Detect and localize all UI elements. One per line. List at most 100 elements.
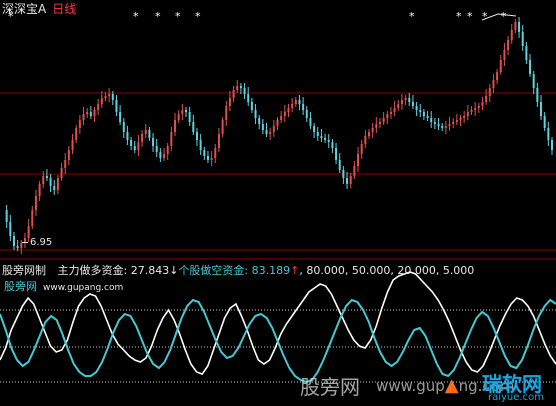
candle-up (38, 184, 41, 196)
candle-down (126, 132, 129, 140)
candle-down (415, 106, 418, 110)
candle-up (93, 110, 96, 116)
candle-up (357, 154, 360, 166)
candle-down (437, 124, 440, 126)
candle-up (404, 98, 407, 100)
candle-up (393, 108, 396, 112)
candle-down (331, 142, 334, 148)
candle-down (408, 98, 411, 102)
candle-up (276, 120, 279, 126)
flame-logo-icon: ▲ (444, 375, 459, 396)
candle-up (294, 100, 297, 104)
candle-up (371, 128, 374, 132)
candle-up (214, 148, 217, 158)
candle-up (232, 90, 235, 98)
candle-down (254, 110, 257, 118)
candle-down (188, 112, 191, 122)
candle-up (166, 146, 169, 154)
low-marker (22, 241, 28, 243)
candle-up (485, 96, 488, 102)
candle-down (258, 118, 261, 124)
candle-down (53, 186, 56, 190)
candle-up (210, 158, 213, 160)
candle-down (525, 46, 528, 60)
signal-connector (481, 13, 517, 21)
candle-up (375, 124, 378, 128)
candle-down (302, 104, 305, 110)
candle-down (192, 122, 195, 132)
low-price-label: 6.95 (22, 237, 52, 248)
candle-up (177, 114, 180, 120)
candle-up (141, 134, 144, 142)
candle-down (540, 102, 543, 116)
candle-up (514, 22, 517, 30)
candle-down (250, 102, 253, 110)
candle-down (49, 178, 52, 186)
watermark-text: 股旁网 (300, 375, 360, 399)
candle-up (137, 142, 140, 150)
candle-up (144, 130, 147, 134)
candle-down (551, 140, 553, 150)
candle-down (119, 112, 122, 122)
candle-up (444, 126, 447, 128)
candle-up (488, 88, 491, 96)
candle-up (463, 116, 466, 118)
candle-down (195, 132, 198, 140)
site-row: 股旁网 www.gupang.com (4, 278, 123, 294)
candle-up (353, 166, 356, 176)
candle-down (411, 102, 414, 106)
candle-down (422, 112, 425, 116)
candle-up (386, 114, 389, 118)
candle-up (236, 86, 239, 90)
candle-down (261, 124, 264, 130)
candle-down (16, 246, 19, 248)
candle-down (159, 152, 162, 158)
candle-down (547, 128, 550, 140)
candle-down (430, 118, 433, 122)
candle-up (225, 106, 228, 120)
candle-up (75, 128, 78, 140)
candle-up (181, 110, 184, 114)
candle-down (305, 110, 308, 118)
brand-subtitle: raiyue.com (488, 392, 544, 403)
candle-down (536, 88, 539, 102)
candle-down (5, 210, 8, 222)
candle-down (45, 176, 48, 178)
candle-up (60, 168, 63, 178)
candle-up (397, 104, 400, 108)
up-arrow-icon: ↑ (290, 264, 300, 277)
candle-down (419, 110, 422, 112)
candle-up (364, 136, 367, 144)
candle-up (280, 116, 283, 120)
candle-down (199, 140, 202, 150)
candle-up (466, 112, 469, 116)
candle-up (455, 120, 458, 122)
candle-up (400, 100, 403, 104)
candle-down (316, 132, 319, 136)
bull-value: 27.843 (130, 264, 170, 277)
candle-down (185, 110, 187, 112)
candle-up (82, 114, 85, 120)
candle-up (389, 112, 392, 114)
candle-down (426, 116, 429, 118)
candle-up (174, 120, 177, 132)
candle-up (499, 60, 502, 72)
candle-up (269, 132, 272, 134)
candle-down (338, 160, 341, 170)
candle-down (521, 32, 524, 46)
candle-up (496, 72, 499, 80)
candle-up (104, 96, 107, 98)
candle-down (342, 170, 345, 178)
candle-down (155, 146, 158, 152)
candle-up (492, 80, 495, 88)
candle-down (433, 122, 436, 124)
candle-down (203, 150, 206, 156)
indicator-guide-lines (0, 309, 556, 383)
indicator-name[interactable]: 股旁网制 (2, 264, 46, 277)
candle-down (206, 156, 209, 160)
candle-down (543, 116, 546, 128)
candle-up (97, 104, 100, 110)
candle-up (510, 30, 513, 40)
indicator-row: 股旁网制 主力做多资金: 27.843↓个股做空资金: 83.189↑, 80.… (2, 262, 474, 278)
candle-down (529, 60, 532, 74)
